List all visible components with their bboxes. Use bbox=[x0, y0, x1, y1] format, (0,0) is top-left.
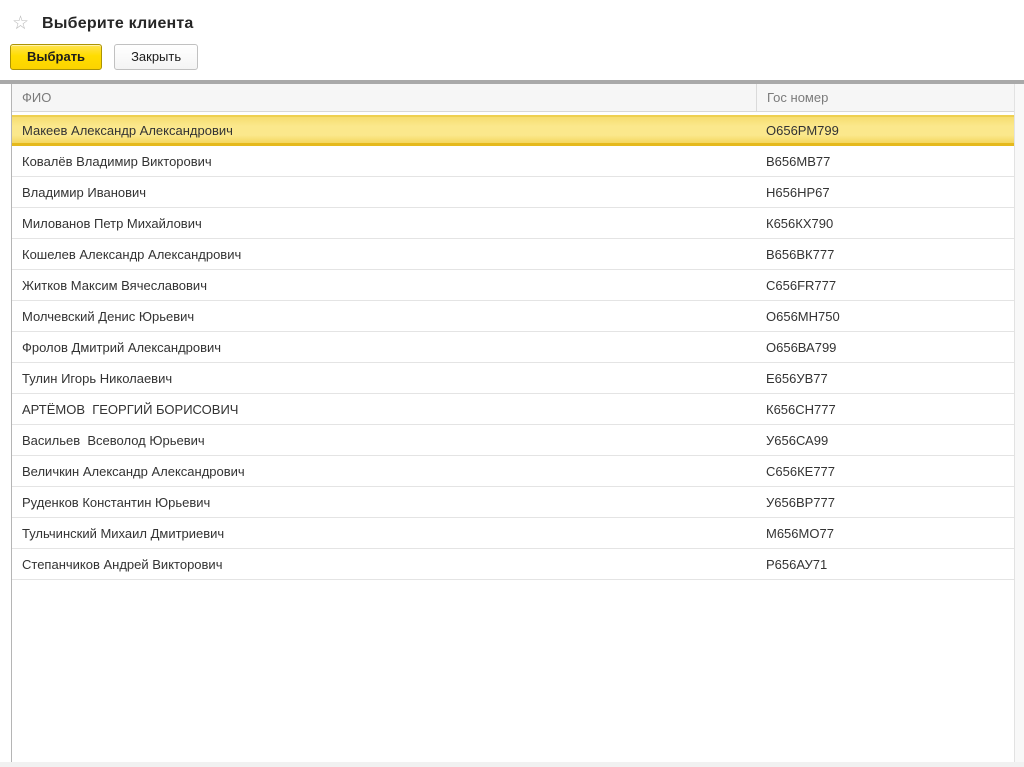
command-bar: Выбрать Закрыть bbox=[0, 38, 1024, 76]
cell-gos-nomer: О656МН750 bbox=[766, 308, 840, 324]
table-row[interactable]: Величкин Александр Александрович С656КЕ77… bbox=[12, 456, 1024, 487]
cell-fio: Тульчинский Михаил Дмитриевич bbox=[22, 525, 225, 541]
table-row[interactable]: Молчевский Денис Юрьевич О656МН750 bbox=[12, 301, 1024, 332]
cell-gos-nomer: Е656УВ77 bbox=[766, 370, 828, 386]
table-row[interactable]: Владимир Иванович Н656НР67 bbox=[12, 177, 1024, 208]
table-row[interactable]: Макеев Александр Александрович О656РМ799 bbox=[12, 115, 1024, 146]
cell-gos-nomer: Н656НР67 bbox=[766, 184, 830, 200]
table-body: Макеев Александр Александрович О656РМ799 К… bbox=[12, 115, 1024, 580]
table-row[interactable]: АРТЁМОВ ГЕОРГИЙ БОРИСОВИЧ К656СН777 bbox=[12, 394, 1024, 425]
bottom-strip bbox=[0, 762, 1024, 767]
cell-fio: Васильев Всеволод Юрьевич bbox=[22, 432, 205, 448]
cell-fio: Владимир Иванович bbox=[22, 184, 147, 200]
table-row[interactable]: Милованов Петр Михайлович К656КХ790 bbox=[12, 208, 1024, 239]
table-row[interactable]: Васильев Всеволод Юрьевич У656СА99 bbox=[12, 425, 1024, 456]
column-header-gos-nomer[interactable]: Гос номер bbox=[756, 84, 1024, 111]
cell-fio: Молчевский Денис Юрьевич bbox=[22, 308, 195, 324]
cell-fio: Милованов Петр Михайлович bbox=[22, 215, 202, 231]
table-row[interactable]: Ковалёв Владимир Викторович В656МВ77 bbox=[12, 146, 1024, 177]
cell-fio: Фролов Дмитрий Александрович bbox=[22, 339, 222, 355]
cell-gos-nomer: Р656АУ71 bbox=[766, 556, 828, 572]
cell-gos-nomer: В656МВ77 bbox=[766, 153, 831, 169]
cell-fio: АРТЁМОВ ГЕОРГИЙ БОРИСОВИЧ bbox=[22, 401, 239, 417]
table-grid: ФИО Гос номер Макеев Александр Александр… bbox=[11, 84, 1024, 762]
table-row[interactable]: Тулин Игорь Николаевич Е656УВ77 bbox=[12, 363, 1024, 394]
cell-fio: Величкин Александр Александрович bbox=[22, 463, 245, 479]
cell-fio: Кошелев Александр Александрович bbox=[22, 246, 242, 262]
cell-fio: Ковалёв Владимир Викторович bbox=[22, 153, 212, 169]
cell-fio: Руденков Константин Юрьевич bbox=[22, 494, 211, 510]
cell-gos-nomer: С656КЕ777 bbox=[766, 463, 836, 479]
cell-fio: Макеев Александр Александрович bbox=[22, 122, 233, 138]
cell-gos-nomer: О656ВА799 bbox=[766, 339, 837, 355]
select-button[interactable]: Выбрать bbox=[10, 44, 103, 70]
table-row[interactable]: Степанчиков Андрей Викторович Р656АУ71 bbox=[12, 549, 1024, 580]
cell-gos-nomer: М656МО77 bbox=[766, 525, 834, 541]
cell-gos-nomer: В656ВК777 bbox=[766, 246, 835, 262]
title-bar: ☆ Выберите клиента bbox=[0, 0, 1024, 38]
column-header-fio[interactable]: ФИО bbox=[12, 84, 756, 111]
table-header-row: ФИО Гос номер bbox=[12, 84, 1024, 112]
cell-gos-nomer: О656РМ799 bbox=[766, 122, 839, 138]
table-row[interactable]: Тульчинский Михаил Дмитриевич М656МО77 bbox=[12, 518, 1024, 549]
cell-fio: Тулин Игорь Николаевич bbox=[22, 370, 173, 386]
cell-gos-nomer: У656ВР777 bbox=[766, 494, 835, 510]
cell-gos-nomer: С656FR777 bbox=[766, 277, 837, 293]
table-row[interactable]: Фролов Дмитрий Александрович О656ВА799 bbox=[12, 332, 1024, 363]
vertical-scrollbar[interactable] bbox=[1014, 84, 1024, 762]
table-row[interactable]: Житков Максим Вячеславович С656FR777 bbox=[12, 270, 1024, 301]
cell-gos-nomer: К656СН777 bbox=[766, 401, 836, 417]
cell-gos-nomer: К656КХ790 bbox=[766, 215, 834, 231]
page-title: Выберите клиента bbox=[42, 14, 194, 32]
cell-fio: Степанчиков Андрей Викторович bbox=[22, 556, 223, 572]
close-button[interactable]: Закрыть bbox=[114, 44, 199, 70]
table-row[interactable]: Руденков Константин Юрьевич У656ВР777 bbox=[12, 487, 1024, 518]
client-table: ФИО Гос номер Макеев Александр Александр… bbox=[0, 80, 1024, 762]
cell-fio: Житков Максим Вячеславович bbox=[22, 277, 207, 293]
cell-gos-nomer: У656СА99 bbox=[766, 432, 829, 448]
favorite-star-icon[interactable]: ☆ bbox=[12, 14, 29, 33]
table-row[interactable]: Кошелев Александр Александрович В656ВК777 bbox=[12, 239, 1024, 270]
